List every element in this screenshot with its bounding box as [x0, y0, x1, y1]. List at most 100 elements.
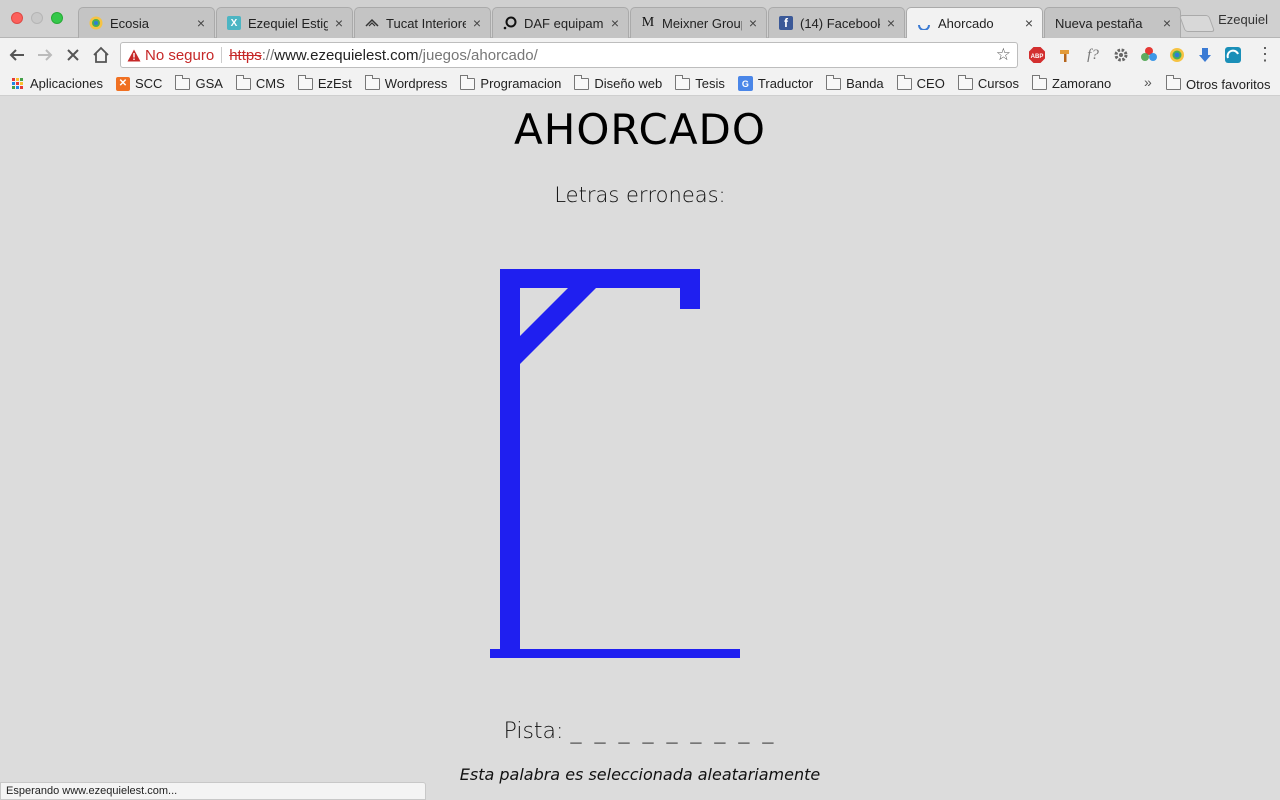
- tab-meixner[interactable]: M Meixner Group ×: [630, 7, 767, 38]
- tab-facebook[interactable]: f (14) Facebook ×: [768, 7, 905, 38]
- gallows-beam: [500, 269, 700, 288]
- other-bookmarks[interactable]: Otros favoritos: [1166, 72, 1271, 96]
- stop-loading-button[interactable]: [61, 43, 85, 67]
- browser-menu-icon[interactable]: ⋮: [1256, 44, 1274, 65]
- minimize-window-button[interactable]: [31, 12, 43, 24]
- bookmark-label: GSA: [195, 76, 223, 91]
- chrome-store-icon[interactable]: [1167, 45, 1187, 65]
- close-tab-icon[interactable]: ×: [884, 15, 898, 31]
- tab-title: Ecosia: [110, 15, 150, 31]
- back-button[interactable]: [5, 43, 29, 67]
- security-status-label[interactable]: No seguro: [145, 47, 214, 64]
- bookmark-ezest[interactable]: EzEst: [297, 74, 352, 91]
- font-finder-icon[interactable]: f?: [1083, 45, 1103, 65]
- bookmark-label: EzEst: [317, 76, 352, 91]
- bookmark-label: SCC: [135, 76, 163, 91]
- folder-icon: [1166, 75, 1181, 90]
- apps-icon: [12, 78, 23, 89]
- tab-title: DAF equipamie: [524, 15, 604, 31]
- tab-xing[interactable]: X Ezequiel Estiga ×: [216, 7, 353, 38]
- tab-title: Tucat Interiore: [386, 15, 466, 31]
- folder-icon: [957, 74, 973, 90]
- warning-triangle-icon: [127, 48, 141, 62]
- daf-icon: [503, 16, 517, 30]
- bookmark-label: Wordpress: [384, 76, 448, 91]
- page-content: AHORCADO Letras erroneas: Pista: _ _ _ _…: [0, 97, 1280, 800]
- close-tab-icon[interactable]: ×: [1160, 15, 1174, 31]
- close-tab-icon[interactable]: ×: [194, 15, 208, 31]
- bookmark-cursos[interactable]: Cursos: [957, 74, 1020, 91]
- tab-ecosia[interactable]: Ecosia ×: [78, 7, 215, 38]
- ecosia-icon: [89, 16, 103, 30]
- bookmark-label: CEO: [916, 76, 945, 91]
- color-picker-icon[interactable]: [1139, 45, 1159, 65]
- url-host: www.ezequielest.com: [274, 46, 419, 64]
- folder-icon: [364, 74, 380, 90]
- close-tab-icon[interactable]: ×: [470, 15, 484, 31]
- hint-row: Pista: _ _ _ _ _ _ _ _ _: [0, 719, 1280, 744]
- close-tab-icon[interactable]: ×: [1022, 15, 1036, 31]
- profile-name[interactable]: Ezequiel: [1218, 12, 1268, 27]
- gallows-brace: [520, 288, 596, 364]
- bookmark-banda[interactable]: Banda: [826, 74, 884, 91]
- bookmark-diseno-web[interactable]: Diseño web: [574, 74, 662, 91]
- bookmark-label: Banda: [846, 76, 884, 91]
- tab-title: Nueva pestaña: [1055, 15, 1143, 31]
- hint-blanks: _ _ _ _ _ _ _ _ _: [570, 719, 777, 744]
- bookmark-programacion[interactable]: Programacion: [460, 74, 561, 91]
- close-window-button[interactable]: [11, 12, 23, 24]
- translate-icon: G: [737, 76, 753, 91]
- gallows-drawing: [490, 269, 740, 658]
- home-button[interactable]: [89, 43, 113, 67]
- tucat-icon: [365, 16, 379, 30]
- bookmark-ceo[interactable]: CEO: [896, 74, 945, 91]
- facebook-icon: f: [779, 16, 793, 30]
- folder-icon: [826, 74, 842, 90]
- gallows-base: [490, 649, 740, 658]
- maximize-window-button[interactable]: [51, 12, 63, 24]
- tab-title: Ezequiel Estiga: [248, 15, 328, 31]
- bookmark-traductor[interactable]: G Traductor: [737, 76, 813, 91]
- back-arrow-icon: [9, 49, 24, 61]
- tab-tucat[interactable]: Tucat Interiore ×: [354, 7, 491, 38]
- gallows-rope-stub: [680, 269, 700, 309]
- tab-daf[interactable]: DAF equipamie ×: [492, 7, 629, 38]
- bookmarks-overflow-button[interactable]: »: [1144, 74, 1152, 90]
- status-bubble: Esperando www.ezequielest.com...: [0, 782, 426, 800]
- close-tab-icon[interactable]: ×: [746, 15, 760, 31]
- folder-icon: [574, 74, 590, 90]
- new-tab-button[interactable]: [1178, 15, 1216, 32]
- bookmark-star-icon[interactable]: ☆: [996, 45, 1011, 65]
- forward-button[interactable]: [33, 43, 57, 67]
- tab-new-tab[interactable]: Nueva pestaña ×: [1044, 7, 1181, 38]
- tab-strip: Ecosia × X Ezequiel Estiga × Tucat Inter…: [0, 0, 1280, 38]
- close-tab-icon[interactable]: ×: [332, 15, 346, 31]
- close-tab-icon[interactable]: ×: [608, 15, 622, 31]
- url-scheme: https: [229, 46, 262, 64]
- tab-ahorcado[interactable]: Ahorcado ×: [906, 7, 1043, 38]
- bookmark-scc[interactable]: ✕ SCC: [116, 76, 162, 91]
- tab-title: Ahorcado: [938, 15, 994, 31]
- download-icon[interactable]: [1195, 45, 1215, 65]
- url-path: /juegos/ahorcado/: [418, 46, 538, 64]
- gear-icon[interactable]: [1111, 45, 1131, 65]
- tab-title: (14) Facebook: [800, 15, 880, 31]
- hint-label: Pista:: [503, 719, 564, 744]
- wave-icon[interactable]: [1223, 45, 1243, 65]
- bookmark-zamorano[interactable]: Zamorano: [1032, 74, 1111, 91]
- bookmark-label: Cursos: [977, 76, 1020, 91]
- address-bar[interactable]: No seguro https :// www.ezequielest.com …: [120, 42, 1018, 68]
- loading-spinner-icon: [917, 16, 931, 30]
- folder-icon: [235, 74, 251, 90]
- bookmark-tesis[interactable]: Tesis: [675, 74, 725, 91]
- gallows-pole: [500, 269, 520, 655]
- adblock-icon[interactable]: ABP: [1027, 45, 1047, 65]
- tab-title: Meixner Group: [662, 15, 742, 31]
- bookmark-gsa[interactable]: GSA: [175, 74, 223, 91]
- folder-icon: [896, 74, 912, 90]
- bookmark-wordpress[interactable]: Wordpress: [364, 74, 448, 91]
- bookmark-aplicaciones[interactable]: Aplicaciones: [12, 76, 103, 91]
- bookmark-cms[interactable]: CMS: [235, 74, 285, 91]
- svg-text:ABP: ABP: [1031, 54, 1044, 60]
- hammer-icon[interactable]: [1055, 45, 1075, 65]
